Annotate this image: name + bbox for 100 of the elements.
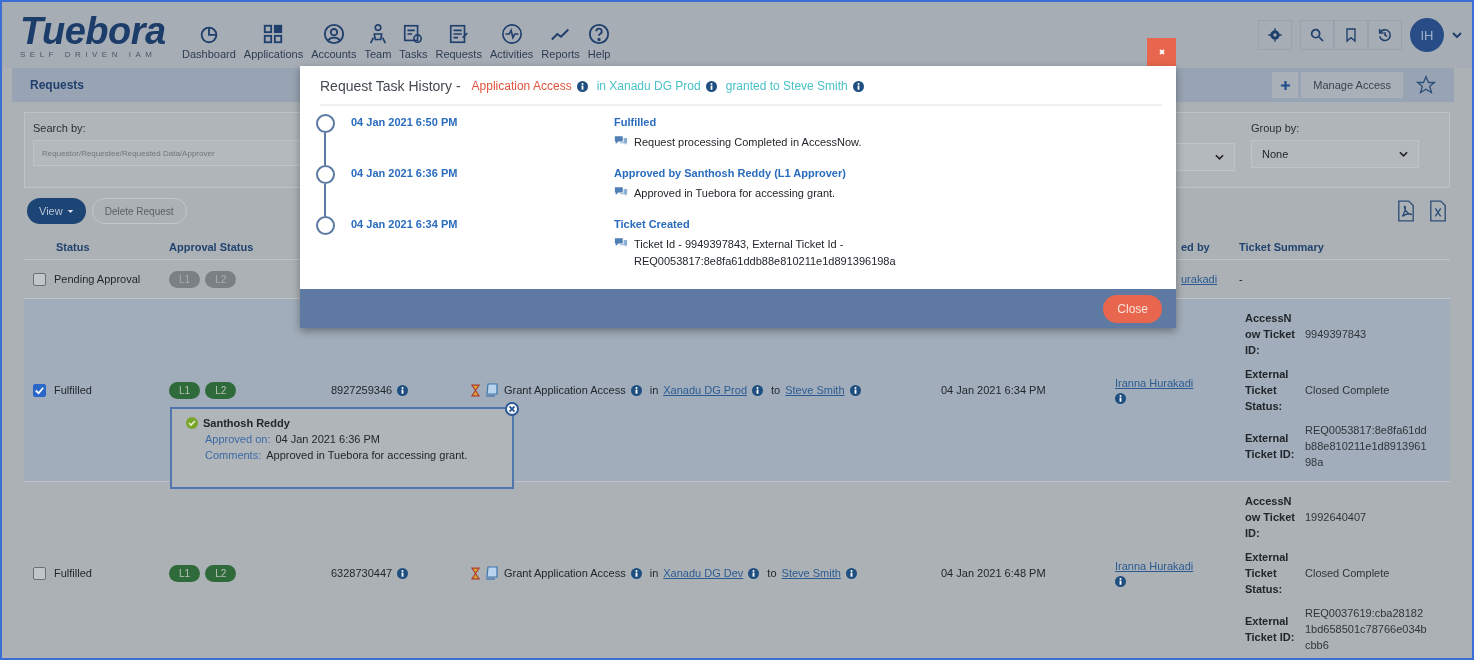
event-title: Fulfilled (614, 116, 658, 128)
chevron-icon (1399, 151, 1408, 157)
status-text: Fulfilled (54, 567, 92, 579)
event-time: 04 Jan 2021 6:36 PM (351, 166, 459, 181)
preposition-text: in (649, 384, 659, 396)
column-header[interactable]: Ticket Summary (1239, 241, 1450, 253)
info-icon[interactable] (1115, 575, 1126, 587)
document-icon (485, 566, 499, 580)
add-button[interactable] (1272, 72, 1299, 98)
excel-icon[interactable] (1429, 200, 1447, 222)
nav-item[interactable]: Help (587, 23, 611, 60)
event-title: Ticket Created (614, 218, 691, 230)
approval-level-badge[interactable]: L1 (169, 381, 201, 399)
info-icon[interactable] (705, 80, 717, 92)
request-id: 6328730447 (331, 567, 393, 579)
view-button[interactable]: View (27, 198, 86, 224)
info-icon[interactable] (397, 384, 409, 396)
info-icon[interactable] (852, 80, 864, 92)
request-name: Grant Application Access (504, 567, 626, 579)
approval-level-badge[interactable]: L1 (169, 564, 201, 582)
target-link[interactable]: Xanadu DG Dev (663, 567, 744, 579)
info-icon[interactable] (845, 567, 857, 579)
column-header[interactable]: Status (54, 241, 169, 253)
event-time: 04 Jan 2021 6:50 PM (351, 115, 459, 130)
field-value: REQ0037619:cba281821bd658501c78766e034bcbb6 (1305, 606, 1427, 653)
checkbox[interactable] (32, 272, 46, 286)
chat-icon (614, 186, 628, 197)
request-id: 8927259346 (331, 384, 393, 396)
manage-access-button[interactable]: Manage Access (1301, 72, 1403, 98)
chat-icon (614, 135, 628, 146)
bookmark-button[interactable] (1334, 20, 1368, 50)
user-link[interactable]: Steve Smith (785, 384, 845, 396)
context-tag: Application Access (471, 79, 572, 93)
chat-icon (614, 237, 628, 248)
pdf-icon[interactable] (1397, 200, 1415, 222)
date-text: 04 Jan 2021 6:34 PM (941, 384, 1046, 396)
field-value: 9949397843 (1305, 327, 1368, 342)
user-circle-icon (322, 23, 345, 45)
plus-icon (1279, 79, 1291, 91)
event-title: Approved by Santhosh Reddy (L1 Approver) (614, 167, 847, 179)
info-icon[interactable] (748, 567, 760, 579)
search-button[interactable] (1300, 20, 1334, 50)
event-note: Ticket Id - 9949397843, External Ticket Id - REQ0053817:8e8fa61ddb88e810211e1d891396198a (634, 237, 897, 269)
preposition-text: in (649, 567, 659, 579)
requester-link[interactable]: urakadi (1181, 273, 1218, 285)
history-button[interactable] (1368, 20, 1402, 50)
nav-item[interactable]: Accounts (311, 23, 357, 60)
search-icon (1309, 27, 1325, 43)
checkbox[interactable] (32, 383, 46, 397)
user-avatar[interactable]: IH (1410, 18, 1444, 52)
request-name: Grant Application Access (504, 384, 626, 396)
nav-item[interactable]: Dashboard (182, 23, 236, 60)
event-time: 04 Jan 2021 6:34 PM (351, 217, 459, 232)
pulse-icon (500, 23, 523, 45)
user-link[interactable]: Steve Smith (781, 567, 841, 579)
help-icon (588, 23, 611, 45)
target-link[interactable]: Xanadu DG Prod (663, 384, 748, 396)
settings-button[interactable] (1258, 20, 1292, 50)
status-text: Fulfilled (54, 384, 92, 396)
star-icon[interactable] (1416, 75, 1436, 95)
info-icon[interactable] (630, 567, 642, 579)
group-by-label: Group by: (1251, 122, 1300, 134)
caret-icon[interactable] (1452, 32, 1462, 38)
close-icon (1156, 47, 1167, 57)
approver-name: Santhosh Reddy (203, 417, 290, 429)
field-label: AccessNow Ticket ID: (1245, 311, 1295, 358)
nav-item[interactable]: Requests (435, 23, 482, 60)
checkbox[interactable] (32, 566, 46, 580)
status-text: Pending Approval (54, 273, 141, 285)
check-circle-icon (186, 417, 198, 429)
approval-level-badge[interactable]: L2 (205, 381, 237, 399)
logo-text: Tuebora (20, 11, 167, 51)
history-icon (1377, 27, 1393, 43)
field-value: Closed Complete (1305, 383, 1391, 398)
info-icon[interactable] (630, 384, 642, 396)
group-by-select[interactable]: None (1251, 140, 1419, 168)
context-tag: in Xanadu DG Prod (596, 79, 701, 93)
nav-item[interactable]: Tasks (399, 23, 428, 60)
field-value: Approved in Tuebora for accessing grant. (266, 449, 468, 461)
field-value: Closed Complete (1305, 566, 1391, 581)
nav-item[interactable]: Activities (489, 23, 534, 60)
info-icon[interactable] (849, 384, 861, 396)
event-note: Approved in Tuebora for accessing grant. (634, 186, 837, 201)
nav-item[interactable]: Reports (541, 23, 580, 60)
nav-item[interactable]: Applications (243, 23, 304, 60)
close-icon[interactable] (505, 402, 519, 416)
close-button[interactable]: Close (1103, 294, 1162, 323)
requester-link[interactable]: Iranna Hurakadi (1115, 559, 1194, 572)
grid-icon (262, 23, 285, 45)
field-value: 04 Jan 2021 6:36 PM (275, 433, 380, 445)
requester-link[interactable]: Iranna Hurakadi (1115, 376, 1194, 389)
info-icon[interactable] (576, 80, 588, 92)
hourglass-icon (471, 566, 480, 580)
nav-item[interactable]: Team (364, 23, 392, 60)
field-label: External Ticket ID: (1245, 614, 1295, 645)
approval-level-badge[interactable]: L2 (205, 564, 237, 582)
info-icon[interactable] (752, 384, 764, 396)
info-icon[interactable] (1115, 392, 1126, 404)
info-icon[interactable] (397, 567, 409, 579)
preposition-text: to (767, 567, 777, 579)
